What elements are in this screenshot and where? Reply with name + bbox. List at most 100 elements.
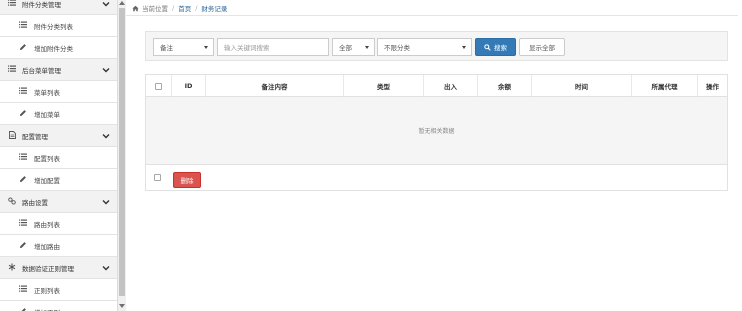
column-header-inout[interactable]: 出入	[423, 75, 477, 97]
pencil-icon	[18, 43, 28, 53]
list-icon	[18, 153, 28, 162]
breadcrumb-separator: /	[172, 4, 175, 12]
footer-checkbox-cell	[154, 174, 161, 181]
sidebar-item[interactable]: 附件分类列表	[0, 15, 117, 37]
sidebar-item-label: 增加正则	[34, 307, 60, 311]
list-icon	[18, 21, 28, 30]
chevron-down-icon[interactable]	[102, 0, 110, 8]
delete-button[interactable]: 删除	[173, 172, 201, 188]
column-header-remark[interactable]: 备注内容	[205, 75, 343, 97]
column-header-id[interactable]: ID	[171, 75, 205, 97]
home-icon	[132, 5, 139, 11]
sidebar-item[interactable]: 增加附件分类	[0, 37, 117, 59]
sidebar-group-label: 后台菜单管理	[22, 66, 61, 75]
show-all-label: 显示全部	[529, 44, 555, 52]
list-icon	[7, 65, 17, 74]
asterisk-icon	[7, 263, 17, 273]
sidebar-item-label: 菜单列表	[34, 88, 60, 97]
sidebar-group[interactable]: 路由设置	[0, 191, 117, 213]
sidebar-item[interactable]: 增加路由	[0, 235, 117, 257]
search-button-label: 搜索	[494, 44, 507, 52]
keyword-placeholder: 输入关键词搜索	[224, 44, 270, 52]
sidebar-item-label: 正则列表	[34, 286, 60, 295]
sidebar-item[interactable]: 增加配置	[0, 169, 117, 191]
footer-select-checkbox[interactable]	[154, 174, 161, 181]
field-select[interactable]: 备注	[153, 38, 214, 56]
breadcrumb-current[interactable]: 财务记录	[201, 3, 227, 13]
empty-state-text: 暂无相关数据	[418, 128, 455, 135]
caret-down-icon	[365, 46, 369, 49]
breadcrumb-home-link[interactable]: 首页	[178, 3, 191, 13]
select-all-cell	[146, 75, 171, 97]
breadcrumb: 当前位置 / 首页 / 财务记录	[132, 3, 227, 13]
sidebar: 附件分类管理附件分类列表 增加附件分类后台菜单管理菜单列表增加菜单配置管理配置列表…	[0, 0, 117, 311]
status-select[interactable]: 全部	[332, 38, 375, 56]
pencil-icon	[18, 241, 28, 251]
sidebar-item-label: 增加配置	[34, 176, 60, 185]
header-divider	[126, 15, 738, 16]
sidebar-item-label: 增加路由	[34, 242, 60, 251]
column-header-type[interactable]: 类型	[343, 75, 423, 97]
list-icon	[18, 87, 28, 96]
empty-state-row: 暂无相关数据	[146, 97, 727, 165]
sidebar-item-label: 增加菜单	[34, 110, 60, 119]
sidebar-scrollbar[interactable]	[117, 0, 126, 311]
list-icon	[18, 219, 28, 228]
sidebar-group[interactable]: 数据验证正则管理	[0, 257, 117, 279]
sidebar-group-label: 数据验证正则管理	[22, 264, 74, 273]
status-select-value: 全部	[339, 44, 352, 52]
chevron-down-icon[interactable]	[102, 132, 110, 140]
sidebar-group-label: 配置管理	[22, 132, 48, 141]
caret-down-icon	[204, 46, 208, 49]
list-icon	[18, 285, 28, 294]
caret-down-icon	[462, 46, 466, 49]
scroll-up-arrow[interactable]	[119, 1, 125, 5]
sidebar-item-label: 增加附件分类	[34, 44, 73, 53]
show-all-button[interactable]: 显示全部	[519, 38, 565, 56]
search-toolbar: 备注 输入关键词搜索 全部 不限分类 搜索 显示全部	[145, 31, 728, 61]
breadcrumb-separator: /	[195, 4, 198, 12]
search-icon	[484, 43, 491, 51]
list-icon	[7, 0, 17, 8]
column-header-agent[interactable]: 所属代理	[631, 75, 697, 97]
sidebar-item[interactable]: 增加正则	[0, 301, 117, 311]
sidebar-group-label: 附件分类管理	[22, 0, 61, 9]
category-select[interactable]: 不限分类	[377, 38, 472, 56]
file-icon	[7, 130, 17, 141]
column-header-actions: 操作	[697, 75, 727, 97]
column-header-balance[interactable]: 余额	[477, 75, 531, 97]
sidebar-group-label: 路由设置	[22, 198, 48, 207]
table-footer-row: 删除	[146, 166, 727, 191]
pencil-icon	[18, 307, 28, 311]
field-select-value: 备注	[160, 44, 173, 52]
sidebar-item[interactable]: 配置列表	[0, 147, 117, 169]
table-header: ID 备注内容 类型 出入 余额 时间 所属代理 操作	[146, 75, 727, 97]
scrollbar-thumb[interactable]	[119, 8, 125, 296]
sidebar-group[interactable]: 附件分类管理	[0, 0, 117, 15]
chevron-down-icon[interactable]	[102, 198, 110, 206]
sidebar-item-label: 配置列表	[34, 154, 60, 163]
main-content: 当前位置 / 首页 / 财务记录 备注 输入关键词搜索 全部 不限分类 搜索 显…	[126, 0, 738, 311]
select-all-checkbox[interactable]	[155, 82, 162, 90]
sidebar-item[interactable]: 正则列表	[0, 279, 117, 301]
sidebar-group[interactable]: 后台菜单管理	[0, 59, 117, 81]
app-frame: 附件分类管理附件分类列表 增加附件分类后台菜单管理菜单列表增加菜单配置管理配置列表…	[0, 0, 742, 311]
delete-button-label: 删除	[180, 177, 194, 185]
chevron-down-icon[interactable]	[102, 264, 110, 272]
pencil-icon	[18, 175, 28, 185]
records-table: ID 备注内容 类型 出入 余额 时间 所属代理 操作 暂无相关数据 删除	[145, 74, 728, 191]
scroll-down-arrow[interactable]	[119, 304, 125, 308]
search-button[interactable]: 搜索	[475, 38, 516, 56]
column-header-time[interactable]: 时间	[531, 75, 631, 97]
chevron-down-icon[interactable]	[102, 66, 110, 74]
sidebar-item-label: 附件分类列表	[34, 22, 73, 31]
sidebar-item[interactable]: 增加菜单	[0, 103, 117, 125]
category-select-value: 不限分类	[384, 44, 410, 52]
keyword-search-input[interactable]: 输入关键词搜索	[217, 38, 329, 56]
breadcrumb-location: 当前位置	[142, 5, 168, 13]
sidebar-group[interactable]: 配置管理	[0, 125, 117, 147]
sidebar-item[interactable]: 菜单列表	[0, 81, 117, 103]
sidebar-item-label: 路由列表	[34, 220, 60, 229]
link-icon	[7, 196, 17, 207]
sidebar-item[interactable]: 路由列表	[0, 213, 117, 235]
